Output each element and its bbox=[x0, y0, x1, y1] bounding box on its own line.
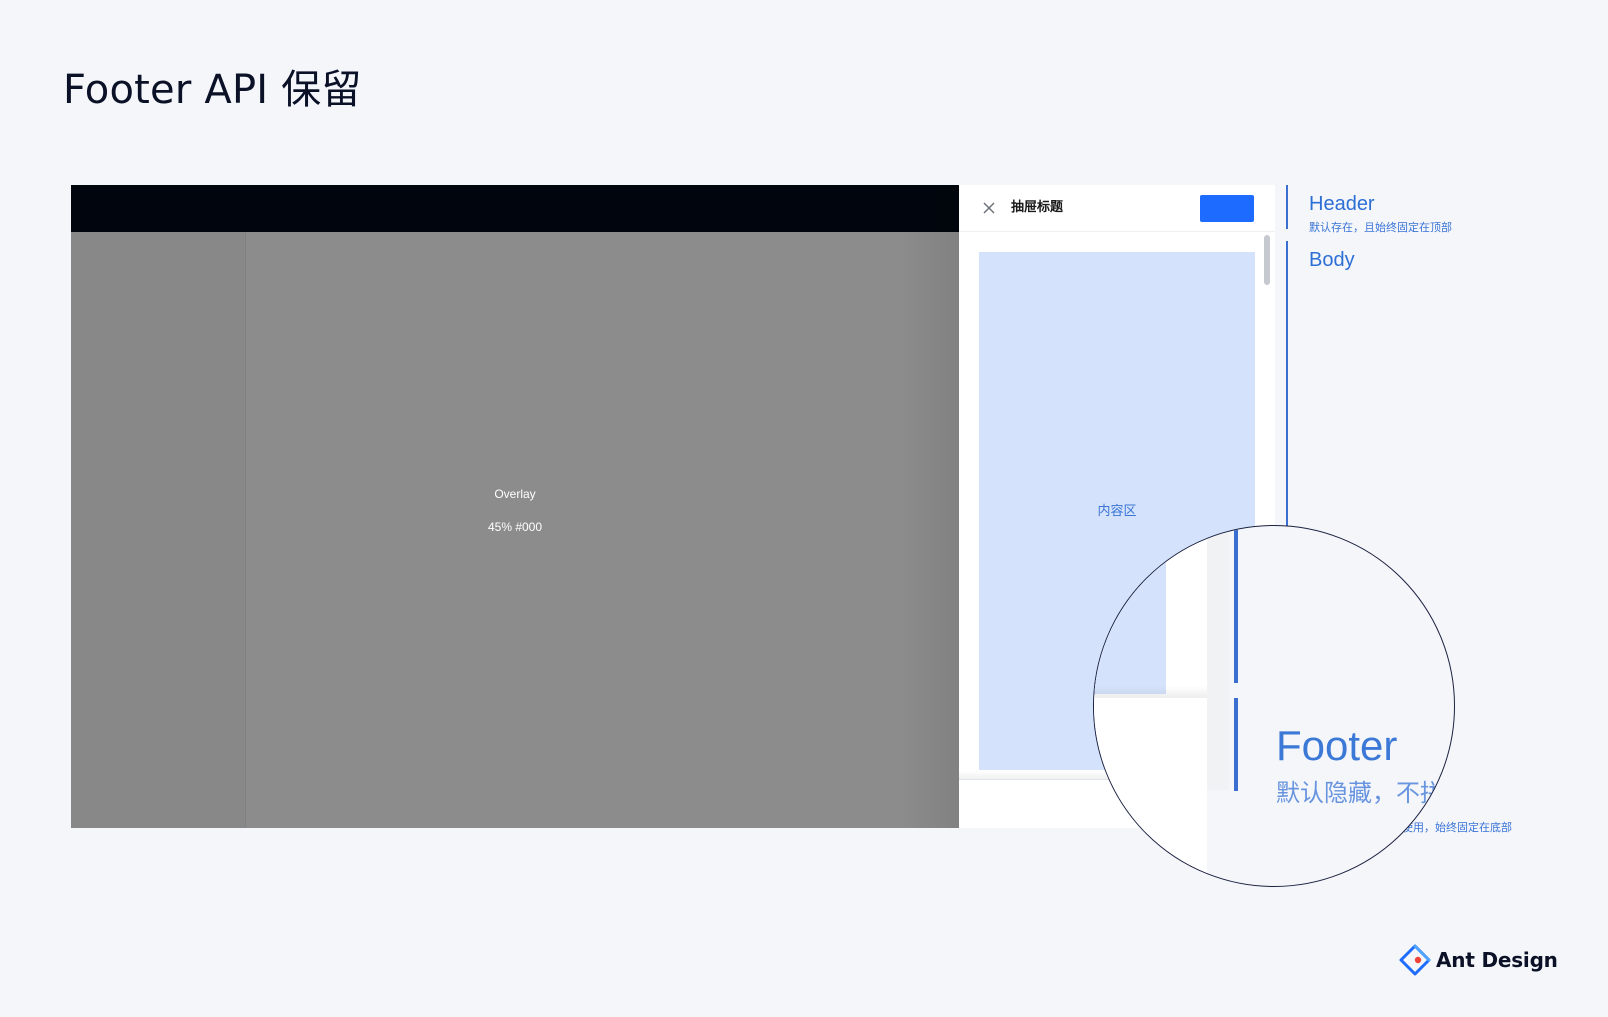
magnified-scroll-track bbox=[1207, 526, 1229, 790]
header-annotation-title: Header bbox=[1309, 193, 1375, 215]
overlay-spec-label: 45% #000 bbox=[487, 520, 543, 534]
footer-annotation-desc: 默认隐藏，不拼 bbox=[1276, 779, 1444, 807]
footer-magnifier: Footer 默认隐藏，不拼 bbox=[1093, 525, 1455, 887]
page-title: Footer API 保留 bbox=[63, 67, 362, 113]
body-annotation-title: Body bbox=[1309, 249, 1355, 271]
brand-name: Ant Design bbox=[1436, 948, 1558, 972]
drawer-overlay[interactable]: Overlay 45% #000 bbox=[71, 185, 959, 828]
magnified-footer-line bbox=[1234, 698, 1238, 791]
magnified-drawer bbox=[1094, 526, 1207, 886]
overlay-name-label: Overlay bbox=[494, 487, 536, 501]
close-icon[interactable] bbox=[979, 198, 999, 218]
drawer-edge-shadow bbox=[899, 185, 959, 828]
ant-design-logo-icon bbox=[1399, 944, 1431, 976]
drawer-header: 抽屉标题 bbox=[959, 185, 1275, 232]
background-app: Overlay 45% #000 bbox=[71, 185, 959, 828]
footer-annotation-title: Footer bbox=[1276, 722, 1398, 769]
footer-annotation-desc-tail: 使用，始终固定在底部 bbox=[1402, 821, 1512, 834]
drawer-scrollbar[interactable] bbox=[1264, 235, 1270, 285]
magnified-body-block bbox=[1094, 526, 1166, 694]
magnified-footer-shadow bbox=[1094, 686, 1207, 698]
drawer-primary-button[interactable] bbox=[1200, 195, 1254, 222]
body-section-line bbox=[1286, 241, 1288, 531]
drawer-body-label: 内容区 bbox=[1097, 504, 1137, 519]
ant-design-logo: Ant Design bbox=[1398, 943, 1558, 977]
header-annotation-desc: 默认存在，且始终固定在顶部 bbox=[1309, 221, 1452, 234]
magnified-body-line bbox=[1234, 526, 1238, 683]
header-section-line bbox=[1286, 185, 1288, 229]
drawer-title: 抽屉标题 bbox=[1011, 200, 1064, 215]
